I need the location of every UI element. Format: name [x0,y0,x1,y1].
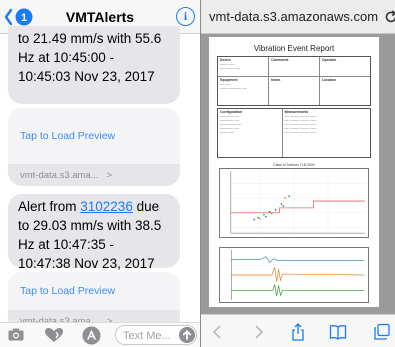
report-config-table: Configuration ────── ── ────── ── ─────── ─… [217,108,371,158]
safari-toolbar [201,314,395,347]
app-store-icon[interactable] [82,326,101,345]
message-bubble[interactable]: Alert from 3102236 due to 29.03 mm/s wit… [8,194,180,271]
messages-pane: 1 VMTAlerts i to 21.49 mm/s with 55.6 Hz… [0,0,200,347]
compose-bar [0,322,200,347]
report-document: Vibration Event Report Device ─── ─── ── ─… [209,37,379,307]
reload-icon[interactable] [384,10,395,24]
tap-to-load-preview-link[interactable]: Tap to Load Preview [20,285,115,297]
report-title: Vibration Event Report [253,44,335,53]
forward-arrow-icon[interactable] [249,323,267,341]
chevron-right-icon: > [106,169,113,181]
message-text-field[interactable] [115,325,197,345]
info-icon[interactable]: i [176,7,195,26]
tabs-icon[interactable] [373,323,391,341]
report-header-table: Device ─── ─── ── ──── ── Comments Operato… [217,56,371,106]
send-icon[interactable] [179,327,195,343]
camera-icon[interactable] [8,328,24,341]
message-input[interactable] [123,328,179,343]
conversation-title: VMTAlerts [65,9,135,25]
tap-to-load-preview-link[interactable]: Tap to Load Preview [20,130,115,142]
ppv-frequency-chart [219,168,369,238]
message-line: Hz at 10:47:35 - [18,237,115,252]
message-line: 10:47:38 Nov 23, 2017 [18,256,155,271]
device-id-link[interactable]: 3102236 [80,199,133,214]
message-line: to 29.03 mm/s with 38.5 [18,218,162,233]
back-icon[interactable]: 1 [4,8,34,26]
message-line: to 21.49 mm/s with 55.6 [18,31,162,46]
bookmarks-icon[interactable] [329,323,347,341]
share-icon[interactable] [289,323,307,341]
safari-pane: vmt-data.s3.amazonaws.com Vibration Even… [200,0,395,347]
message-line: Alert from 3102236 due [18,199,160,214]
message-line: 10:45:03 Nov 23, 2017 [18,69,155,84]
back-arrow-icon[interactable] [209,323,227,341]
heart-icon[interactable] [44,327,64,343]
chart-title: Class of Tremors TLD 0000 [273,163,315,167]
link-preview-card[interactable]: Tap to Load Preview vmt-data.s3.ama... > [8,108,180,186]
message-bubble[interactable]: to 21.49 mm/s with 55.6 Hz at 10:45:00 -… [8,26,180,104]
url-text[interactable]: vmt-data.s3.amazonaws.com [209,9,378,24]
address-bar[interactable]: vmt-data.s3.amazonaws.com [201,0,395,34]
svg-text:1: 1 [21,12,27,24]
message-line: Hz at 10:45:00 - [18,50,115,65]
preview-domain: vmt-data.s3.ama... [20,169,99,181]
waveform-chart [219,247,369,303]
